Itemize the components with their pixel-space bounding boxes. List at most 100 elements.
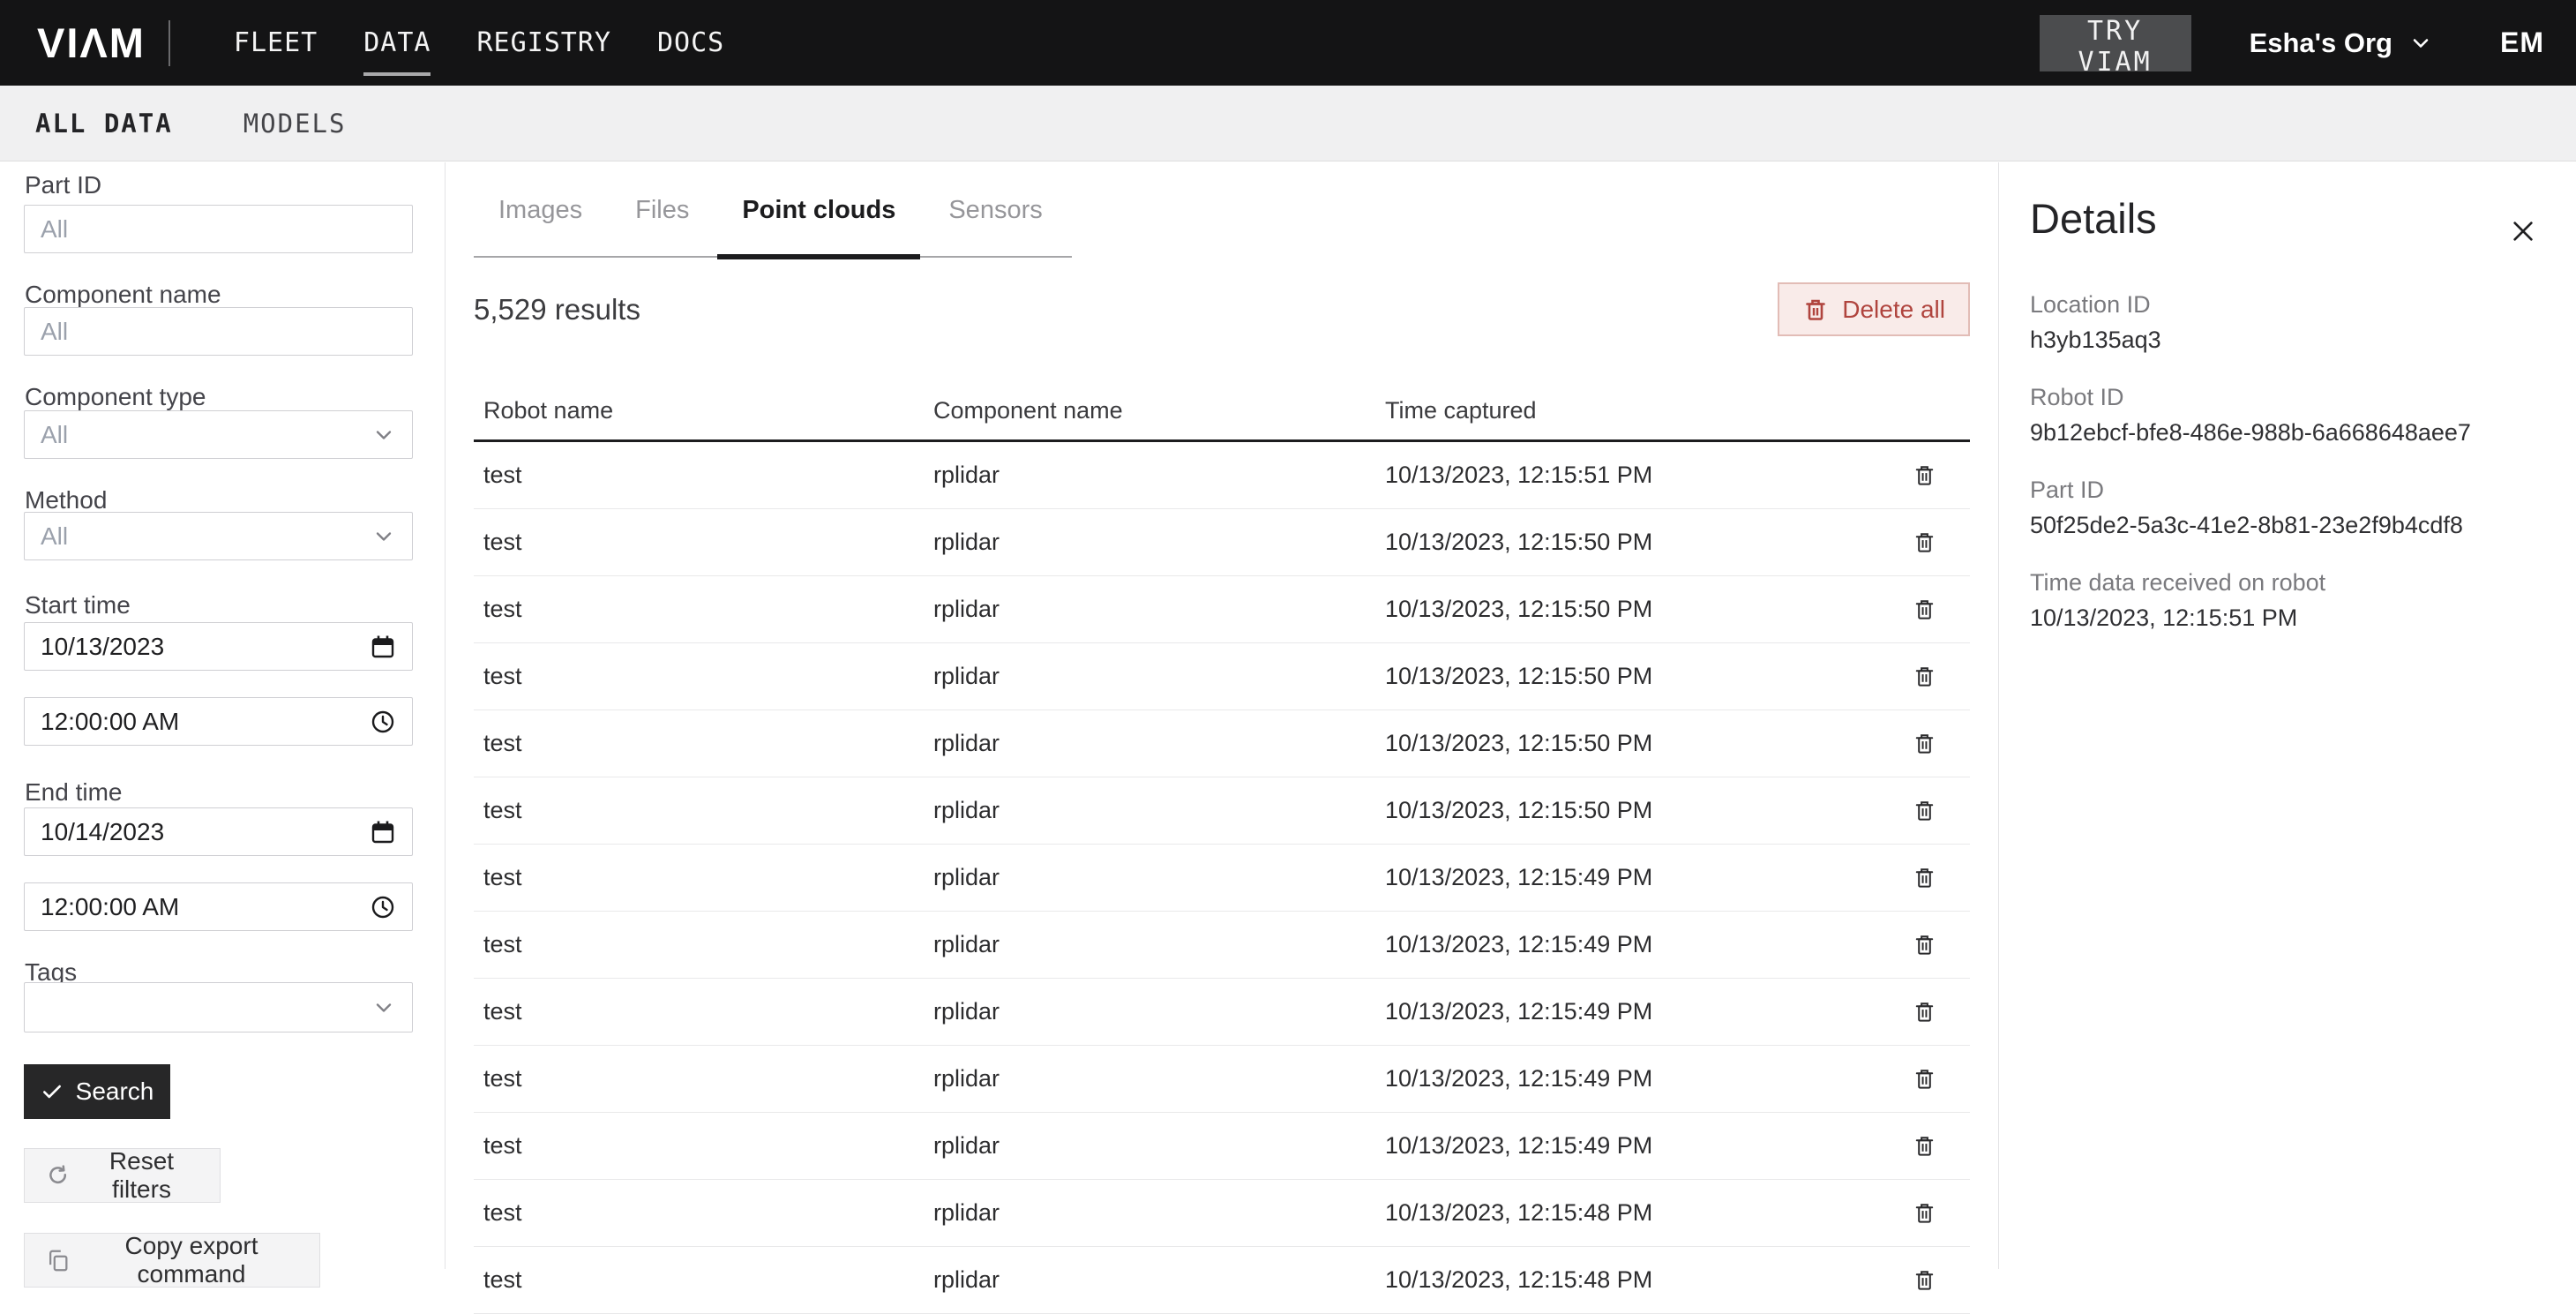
cell-robot-name: test: [474, 1065, 924, 1092]
table-row[interactable]: test rplidar 10/13/2023, 12:15:49 PM: [474, 1113, 1970, 1180]
delete-row-button[interactable]: [1908, 593, 1941, 626]
tags-select[interactable]: [24, 982, 413, 1032]
table-row[interactable]: test rplidar 10/13/2023, 12:15:50 PM: [474, 777, 1970, 845]
cell-component-name: rplidar: [924, 462, 1375, 489]
start-time-value: 12:00:00 AM: [41, 708, 370, 736]
table-row[interactable]: test rplidar 10/13/2023, 12:15:49 PM: [474, 979, 1970, 1046]
cell-time-captured: 10/13/2023, 12:15:49 PM: [1375, 931, 1878, 958]
chevron-down-icon: [371, 423, 396, 447]
cell-robot-name: test: [474, 596, 924, 623]
delete-row-button[interactable]: [1908, 660, 1941, 693]
start-time-label: Start time: [25, 591, 131, 619]
calendar-icon: [370, 819, 396, 845]
method-select[interactable]: All: [24, 512, 413, 560]
cell-robot-name: test: [474, 1266, 924, 1294]
end-time-input[interactable]: 12:00:00 AM: [24, 882, 413, 931]
cell-robot-name: test: [474, 1199, 924, 1227]
table-row[interactable]: test rplidar 10/13/2023, 12:15:50 PM: [474, 576, 1970, 643]
cell-actions: [1878, 861, 1970, 894]
cell-time-captured: 10/13/2023, 12:15:49 PM: [1375, 864, 1878, 891]
cell-robot-name: test: [474, 462, 924, 489]
part-id-input[interactable]: All: [24, 205, 413, 253]
try-viam-button[interactable]: TRY VIAM: [2040, 15, 2191, 71]
start-date-input[interactable]: 10/13/2023: [24, 622, 413, 671]
trash-icon: [1912, 664, 1937, 689]
viam-logo[interactable]: VIΛM: [37, 19, 146, 67]
close-details-button[interactable]: [2504, 212, 2542, 251]
tab-files[interactable]: Files: [610, 164, 714, 256]
table-row[interactable]: test rplidar 10/13/2023, 12:15:50 PM: [474, 643, 1970, 710]
cell-actions: [1878, 459, 1970, 492]
method-label: Method: [25, 486, 107, 514]
table-row[interactable]: test rplidar 10/13/2023, 12:15:49 PM: [474, 1046, 1970, 1113]
copy-export-label: Copy export command: [85, 1232, 298, 1288]
cell-actions: [1878, 727, 1970, 760]
cell-actions: [1878, 1062, 1970, 1095]
search-button[interactable]: Search: [24, 1064, 170, 1119]
nav-item-docs[interactable]: DOCS: [657, 22, 724, 64]
nav-item-registry[interactable]: REGISTRY: [476, 22, 611, 64]
tab-point-clouds[interactable]: Point clouds: [717, 164, 920, 256]
tab-sensors[interactable]: Sensors: [924, 164, 1067, 256]
trash-icon: [1802, 297, 1829, 323]
delete-row-button[interactable]: [1908, 727, 1941, 760]
time-received-label: Time data received on robot: [2030, 569, 2550, 597]
table-row[interactable]: test rplidar 10/13/2023, 12:15:48 PM: [474, 1180, 1970, 1247]
avatar[interactable]: EM: [2500, 26, 2544, 59]
delete-row-button[interactable]: [1908, 928, 1941, 961]
reset-filters-button[interactable]: Reset filters: [24, 1148, 221, 1203]
details-field: Robot ID 9b12ebcf-bfe8-486e-988b-6a66864…: [2030, 384, 2550, 447]
details-field: Part ID 50f25de2-5a3c-41e2-8b81-23e2f9b4…: [2030, 477, 2550, 539]
cell-time-captured: 10/13/2023, 12:15:49 PM: [1375, 1132, 1878, 1160]
table-row[interactable]: test rplidar 10/13/2023, 12:15:51 PM: [474, 442, 1970, 509]
location-id-label: Location ID: [2030, 291, 2550, 319]
data-type-tabs: Images Files Point clouds Sensors: [474, 164, 1072, 258]
end-date-input[interactable]: 10/14/2023: [24, 807, 413, 856]
delete-all-label: Delete all: [1842, 296, 1945, 324]
delete-row-button[interactable]: [1908, 526, 1941, 559]
time-received-value: 10/13/2023, 12:15:51 PM: [2030, 604, 2550, 632]
delete-row-button[interactable]: [1908, 1197, 1941, 1229]
table-row[interactable]: test rplidar 10/13/2023, 12:15:50 PM: [474, 509, 1970, 576]
nav-item-fleet[interactable]: FLEET: [234, 22, 318, 64]
close-icon: [2505, 214, 2541, 249]
component-name-input[interactable]: All: [24, 307, 413, 356]
trash-icon: [1912, 999, 1937, 1025]
org-menu[interactable]: Esha's Org: [2250, 27, 2433, 59]
delete-all-button[interactable]: Delete all: [1778, 282, 1970, 336]
trash-icon: [1912, 529, 1937, 555]
tab-all-data[interactable]: ALL DATA: [35, 109, 173, 139]
cell-actions: [1878, 526, 1970, 559]
cell-actions: [1878, 1197, 1970, 1229]
delete-row-button[interactable]: [1908, 861, 1941, 894]
end-time-value: 12:00:00 AM: [41, 893, 370, 921]
delete-row-button[interactable]: [1908, 459, 1941, 492]
tab-images[interactable]: Images: [474, 164, 607, 256]
copy-export-button[interactable]: Copy export command: [24, 1233, 320, 1288]
cell-component-name: rplidar: [924, 998, 1375, 1025]
table-header: Robot name Component name Time captured: [474, 381, 1970, 442]
table-row[interactable]: test rplidar 10/13/2023, 12:15:50 PM: [474, 710, 1970, 777]
delete-row-button[interactable]: [1908, 1062, 1941, 1095]
table-row[interactable]: test rplidar 10/13/2023, 12:15:49 PM: [474, 912, 1970, 979]
component-type-select[interactable]: All: [24, 410, 413, 459]
table-row[interactable]: test rplidar 10/13/2023, 12:15:49 PM: [474, 845, 1970, 912]
check-icon: [41, 1080, 64, 1103]
component-type-label: Component type: [25, 383, 206, 411]
cell-time-captured: 10/13/2023, 12:15:49 PM: [1375, 998, 1878, 1025]
cell-component-name: rplidar: [924, 931, 1375, 958]
cell-component-name: rplidar: [924, 797, 1375, 824]
nav-item-data[interactable]: DATA: [363, 22, 431, 64]
tab-models[interactable]: MODELS: [243, 109, 347, 139]
delete-row-button[interactable]: [1908, 1130, 1941, 1162]
delete-row-button[interactable]: [1908, 995, 1941, 1028]
start-time-input[interactable]: 12:00:00 AM: [24, 697, 413, 746]
details-fields: Location ID h3yb135aq3 Robot ID 9b12ebcf…: [2030, 291, 2550, 632]
delete-row-button[interactable]: [1908, 794, 1941, 827]
column-robot-name: Robot name: [474, 397, 924, 424]
table-row[interactable]: test rplidar 10/13/2023, 12:15:48 PM: [474, 1247, 1970, 1314]
part-id-detail-label: Part ID: [2030, 477, 2550, 504]
robot-id-value: 9b12ebcf-bfe8-486e-988b-6a668648aee7: [2030, 419, 2550, 447]
table-body: test rplidar 10/13/2023, 12:15:51 PM tes…: [474, 442, 1970, 1314]
part-id-label: Part ID: [25, 171, 101, 199]
